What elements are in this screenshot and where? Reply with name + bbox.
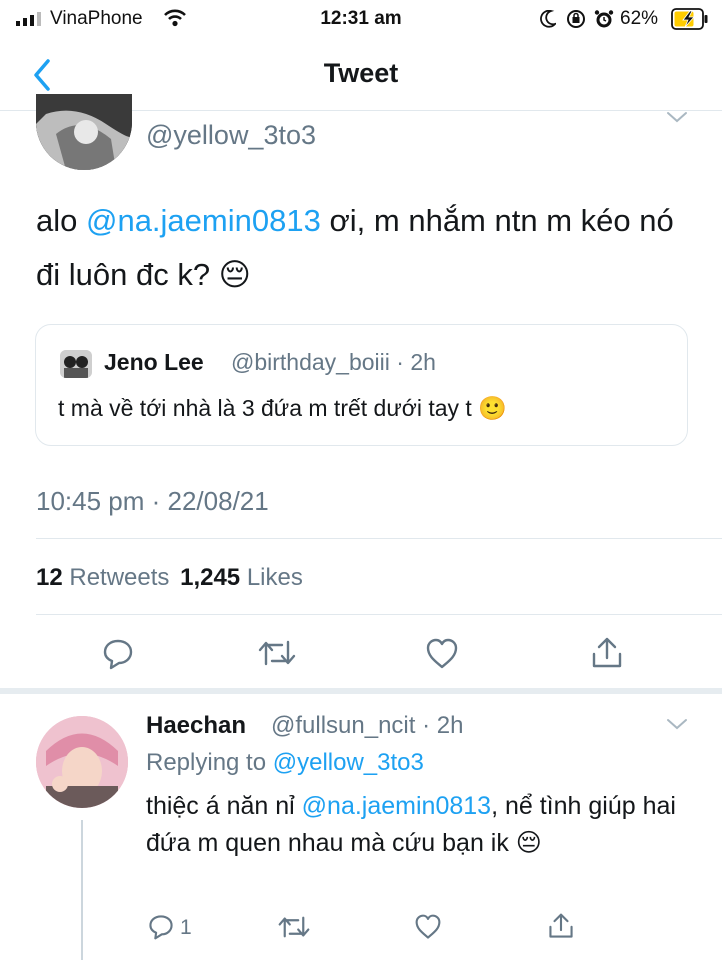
reply-text: thiệc á năn nỉ @na.jaemin0813, nể tình g… [146, 788, 691, 862]
tweet-stats: 12 Retweets 1,245 Likes [36, 564, 303, 592]
alarm-icon [594, 9, 614, 29]
section-separator [0, 688, 722, 694]
tweet-text-start: alo [36, 203, 86, 238]
author-avatar[interactable] [36, 94, 132, 170]
reply-text-start: thiệc á năn nỉ [146, 792, 302, 820]
retweet-count: 12 [36, 564, 63, 591]
thread-line [81, 820, 83, 960]
replying-to-handle[interactable]: @yellow_3to3 [273, 749, 424, 776]
quoted-author-handle-time: @birthday_boiii · 2h [231, 349, 436, 375]
replying-to-label: Replying to [146, 749, 273, 776]
chevron-down-icon[interactable] [666, 111, 688, 123]
timestamp-divider [36, 538, 722, 539]
reply-author-avatar[interactable] [36, 716, 128, 808]
status-bar: VinaPhone 12:31 am 62% [0, 0, 722, 38]
reply-author-handle-time: @fullsun_ncit · 2h [271, 712, 464, 739]
replying-to: Replying to @yellow_3to3 [146, 749, 424, 777]
quoted-tweet[interactable]: Jeno Lee @birthday_boiii · 2h t mà về tớ… [35, 324, 688, 446]
retweet-icon[interactable] [258, 638, 296, 668]
author-handle[interactable]: @yellow_3to3 [146, 120, 316, 151]
retweets-label[interactable]: Retweets [69, 564, 169, 591]
mention-link[interactable]: @na.jaemin0813 [86, 203, 321, 238]
quoted-author-avatar [60, 350, 92, 378]
reply-share-icon[interactable] [548, 912, 574, 940]
like-count: 1,245 [180, 564, 241, 591]
share-icon[interactable] [591, 636, 623, 670]
battery-percent: 62% [620, 8, 659, 29]
like-icon[interactable] [425, 638, 459, 670]
reply-reply-icon[interactable] [148, 914, 174, 940]
rotation-lock-icon [566, 9, 586, 29]
quoted-author-name: Jeno Lee [104, 349, 204, 375]
battery-icon [671, 8, 709, 30]
tweet-text: alo @na.jaemin0813 ơi, m nhắm ntn m kéo … [36, 194, 696, 302]
quoted-tweet-text: t mà về tới nhà là 3 đứa m trết dưới tay… [58, 395, 507, 421]
page-title: Tweet [323, 58, 399, 88]
reply-count: 1 [180, 916, 192, 939]
reply-like-icon[interactable] [414, 914, 442, 940]
reply-mention-link[interactable]: @na.jaemin0813 [302, 792, 491, 820]
moon-icon [540, 10, 556, 28]
reply-retweet-icon[interactable] [278, 914, 310, 940]
tweet-timestamp: 10:45 pm · 22/08/21 [36, 486, 269, 516]
reply-author-name[interactable]: Haechan [146, 712, 246, 740]
likes-label[interactable]: Likes [247, 564, 303, 591]
reply-icon[interactable] [102, 638, 134, 670]
stats-divider [36, 614, 722, 615]
reply-chevron-down-icon[interactable] [666, 718, 688, 730]
